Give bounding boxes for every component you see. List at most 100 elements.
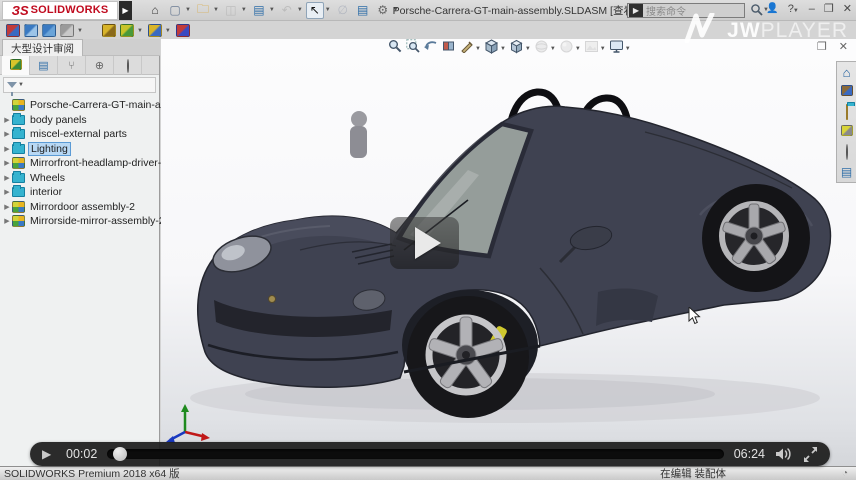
expand-arrow-icon[interactable]: ▶ (2, 188, 12, 196)
search-input[interactable]: ▶ 搜索命令 (627, 3, 745, 18)
section-view-button[interactable] (440, 41, 457, 56)
play-button[interactable]: ▶ (42, 447, 56, 461)
snapshot-dropdown-icon[interactable]: ▼ (77, 28, 83, 34)
panel-tab-configuration-manager[interactable]: ⑂ (58, 56, 86, 75)
view-orientation-button[interactable] (483, 41, 500, 56)
snapshot-button[interactable] (60, 24, 74, 37)
tree-item[interactable]: ▶ body panels (2, 113, 159, 128)
tree-item-label[interactable]: Wheels (28, 172, 67, 184)
menu-flyout-arrow-icon[interactable]: ▶ (119, 1, 132, 20)
tree-filter-input[interactable]: ▼ (3, 77, 156, 93)
close-button[interactable]: ✕ (843, 2, 852, 15)
tree-item[interactable]: ▶ miscel-external parts (2, 127, 159, 142)
expand-arrow-icon[interactable]: ▶ (2, 116, 12, 124)
new-document-button[interactable]: ▢ (166, 2, 184, 19)
taskpane-view-palette-button[interactable] (839, 125, 854, 139)
camera-button[interactable] (24, 24, 38, 37)
new-document-dropdown-icon[interactable]: ▼ (185, 7, 191, 13)
move-component-button[interactable] (148, 24, 162, 37)
doc-close-button[interactable]: ✕ (839, 40, 848, 53)
taskpane-file-explorer-button[interactable] (839, 105, 854, 119)
move-component-dropdown-icon[interactable]: ▼ (165, 28, 171, 34)
panel-tab-property-manager[interactable]: ▤ (30, 56, 58, 75)
insert-component-dropdown-icon[interactable]: ▼ (137, 28, 143, 34)
tree-item[interactable]: ▶ interior (2, 185, 159, 200)
expand-arrow-icon[interactable]: ▶ (2, 145, 12, 153)
apply-scene-button[interactable] (583, 41, 600, 56)
seek-bar[interactable] (107, 449, 723, 459)
insert-component-button[interactable] (120, 24, 134, 37)
select-pointer-dropdown-icon[interactable]: ▼ (325, 7, 331, 13)
undo-dropdown-icon[interactable]: ▼ (297, 7, 303, 13)
select-pointer-button[interactable]: ↖ (306, 2, 324, 19)
fullscreen-button[interactable] (803, 447, 818, 462)
expand-arrow-icon[interactable]: ▶ (2, 203, 12, 211)
big-play-button[interactable] (390, 217, 459, 269)
help-button[interactable]: ?▼ (788, 3, 800, 15)
view-settings-button[interactable] (608, 41, 625, 56)
evaluate-button[interactable]: ▤ (354, 2, 372, 19)
annotation-view-dropdown-icon[interactable]: ▼ (475, 46, 481, 52)
edit-appearance-dropdown-icon[interactable]: ▼ (575, 46, 581, 52)
undo-button[interactable]: ↶ (278, 2, 296, 19)
tree-item[interactable]: ▶Mirrorfront-headlamp-driver-as (2, 156, 159, 171)
tree-item-label[interactable]: Mirrorfront-headlamp-driver-as (28, 157, 174, 169)
expand-arrow-icon[interactable]: ▶ (2, 217, 12, 225)
doc-restore-button[interactable]: ❐ (817, 40, 827, 53)
tree-item-label[interactable]: Lighting (28, 142, 71, 156)
print-button[interactable]: ▤ (250, 2, 268, 19)
tree-item[interactable]: ▶ Lighting (2, 142, 159, 157)
save-button[interactable]: ◫ (222, 2, 240, 19)
open-dropdown-icon[interactable]: ▼ (213, 7, 219, 13)
measure-tool-button[interactable] (6, 24, 20, 37)
minimize-button[interactable]: – (809, 3, 815, 15)
attach-button[interactable]: ∅ (334, 2, 352, 19)
save-dropdown-icon[interactable]: ▼ (241, 7, 247, 13)
tree-item[interactable]: ▶ Wheels (2, 171, 159, 186)
collision-check-button[interactable] (176, 24, 190, 37)
restore-button[interactable]: ❐ (824, 2, 834, 15)
panel-tab-feature-manager[interactable] (2, 56, 30, 75)
seek-knob[interactable] (113, 447, 127, 461)
tree-item-label[interactable]: Mirrorside-mirror-assembly-2 (28, 215, 167, 227)
home-button[interactable]: ⌂ (146, 2, 164, 19)
tree-item[interactable]: ▶ Mirrordoor assembly-2 (2, 200, 159, 215)
taskpane-home-button[interactable]: ⌂ (839, 65, 854, 79)
annotation-view-button[interactable] (458, 41, 475, 56)
hide-show-items-button[interactable] (533, 41, 550, 56)
panel-tab-dimxpert-manager[interactable]: ⊕ (86, 56, 114, 75)
view-orientation-dropdown-icon[interactable]: ▼ (500, 46, 506, 52)
graphics-viewport[interactable]: ▼ ▼ ▼ ▼ ▼ ▼ ▼ ❐ ✕ ⌂ ▤ (161, 39, 856, 466)
motion-study-button[interactable] (42, 24, 56, 37)
tree-item-label[interactable]: Mirrordoor assembly-2 (28, 201, 137, 213)
tree-item-label[interactable]: miscel-external parts (28, 128, 129, 140)
volume-button[interactable] (775, 447, 793, 461)
expand-arrow-icon[interactable]: ▶ (2, 159, 12, 167)
filter-dropdown-icon[interactable]: ▼ (18, 82, 24, 88)
tree-item-label[interactable]: interior (28, 186, 64, 198)
search-scope-icon[interactable]: ▶ (629, 4, 643, 17)
taskpane-appearances-button[interactable] (839, 145, 854, 159)
edit-appearance-button[interactable] (558, 41, 575, 56)
tree-item[interactable]: ▶Mirrorside-mirror-assembly-2 (2, 214, 159, 229)
user-account-icon[interactable]: 👤 (766, 3, 778, 14)
display-style-dropdown-icon[interactable]: ▼ (525, 46, 531, 52)
open-button[interactable]: 🗀 (194, 2, 212, 19)
tab-large-design-review[interactable]: 大型设计审阅 (2, 39, 83, 56)
expand-arrow-icon[interactable]: ▶ (2, 174, 12, 182)
tree-root-item[interactable]: Porsche-Carrera-GT-main-assembly (2, 98, 159, 113)
tree-item-label[interactable]: body panels (28, 114, 89, 126)
print-dropdown-icon[interactable]: ▼ (269, 7, 275, 13)
previous-view-button[interactable] (422, 41, 439, 56)
mate-button[interactable] (102, 24, 116, 37)
taskpane-custom-properties-button[interactable]: ▤ (839, 165, 854, 179)
view-settings-dropdown-icon[interactable]: ▼ (625, 46, 631, 52)
panel-tab-display-manager[interactable] (114, 56, 142, 75)
zoom-fit-button[interactable] (386, 41, 403, 56)
zoom-area-button[interactable] (404, 41, 421, 56)
display-style-button[interactable] (508, 41, 525, 56)
expand-arrow-icon[interactable]: ▶ (2, 130, 12, 138)
apply-scene-dropdown-icon[interactable]: ▼ (600, 46, 606, 52)
taskpane-design-library-button[interactable] (839, 85, 854, 99)
hide-show-items-dropdown-icon[interactable]: ▼ (550, 46, 556, 52)
